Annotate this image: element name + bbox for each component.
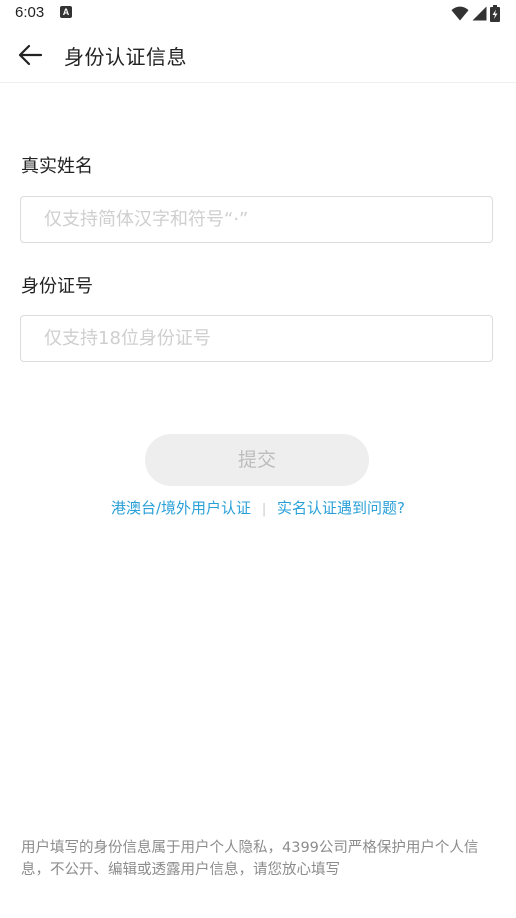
help-links: 港澳台/境外用户认证 | 实名认证遇到问题?: [0, 497, 516, 518]
real-name-field[interactable]: [20, 196, 493, 243]
battery-charging-icon: [490, 4, 500, 22]
page-title: 身份认证信息: [64, 45, 187, 69]
link-separator: |: [261, 502, 267, 517]
status-bar: 6:03 A: [0, 0, 516, 28]
status-indicators: [451, 4, 500, 22]
wifi-icon: [451, 6, 469, 20]
app-bar: 身份认证信息: [0, 28, 516, 83]
back-button[interactable]: [12, 38, 48, 72]
privacy-note: 用户填写的身份信息属于用户个人隐私，4399公司严格保护用户个人信息，不公开、编…: [21, 840, 479, 878]
overseas-verification-link[interactable]: 港澳台/境外用户认证: [111, 499, 251, 517]
real-name-input[interactable]: [21, 197, 492, 242]
id-number-input[interactable]: [21, 316, 492, 361]
arrow-left-icon: [18, 44, 43, 66]
status-time: 6:03: [15, 4, 45, 21]
notification-a-icon: A: [60, 6, 72, 18]
verification-problem-link[interactable]: 实名认证遇到问题?: [277, 499, 405, 517]
submit-button[interactable]: 提交: [145, 434, 369, 486]
signal-icon: [472, 6, 487, 20]
id-number-label: 身份证号: [21, 276, 93, 297]
id-number-field[interactable]: [20, 315, 493, 362]
real-name-label: 真实姓名: [21, 156, 93, 177]
